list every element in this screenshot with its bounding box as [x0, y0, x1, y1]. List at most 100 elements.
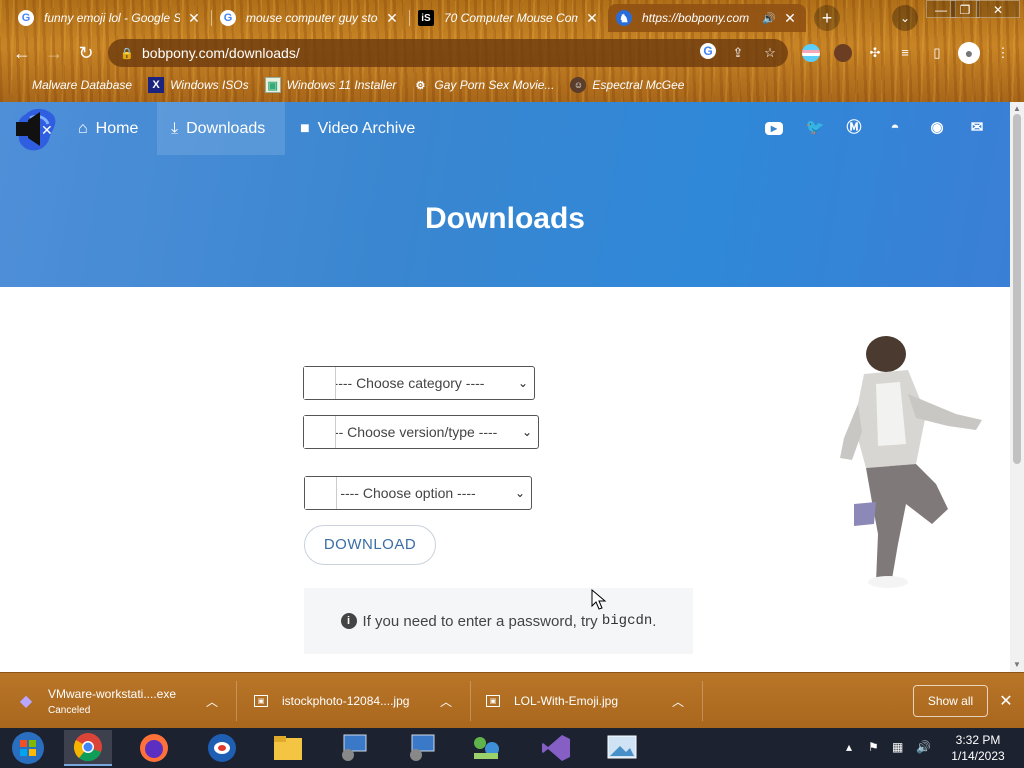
menu-dots-icon[interactable]: ⋮ — [994, 44, 1012, 62]
taskbar-photo-viewer[interactable] — [598, 730, 646, 766]
bookmark-windows-11-installer[interactable]: ▣ Windows 11 Installer — [264, 77, 396, 93]
taskbar-file-explorer[interactable] — [264, 730, 312, 766]
github-icon[interactable]: ◉ — [926, 118, 948, 138]
version-select[interactable]: ---- Choose version/type ---- ⌄ — [303, 415, 539, 449]
taskbar-visual-studio[interactable] — [532, 730, 580, 766]
restore-icon: ❐ — [959, 3, 971, 17]
close-icon[interactable]: ✕ — [186, 10, 202, 27]
download-item-istockphoto[interactable]: ▣ istockphoto-12084....jpg ︿ — [254, 681, 454, 721]
share-icon[interactable]: ⇪ — [728, 43, 748, 63]
nav-downloads-link[interactable]: ⤓ Downloads — [157, 102, 285, 155]
tray-expand-icon[interactable]: ▴ — [846, 740, 852, 754]
tab-istock[interactable]: iS 70 Computer Mouse Comp ✕ — [410, 4, 608, 32]
nav-home-link[interactable]: ⌂ Home — [64, 102, 152, 155]
windows-taskbar: ▴ ⚑ ▦ 🔊 3:32 PM 1/14/2023 — [0, 728, 1024, 768]
vmware-file-icon: ◆ — [19, 693, 33, 710]
chrome-icon — [73, 733, 102, 762]
profile-icon[interactable]: ● — [958, 42, 980, 64]
bookmark-malware-database[interactable]: Malware Database — [10, 77, 132, 93]
taskbar-app-2[interactable] — [398, 730, 446, 766]
scrollbar-thumb[interactable] — [1013, 114, 1021, 464]
video-camera-icon: ■ — [300, 119, 310, 137]
side-panel-icon[interactable]: ▯ — [928, 44, 946, 62]
taskbar-app-1[interactable] — [330, 730, 378, 766]
hero-banner: ✕ ⌂ Home ⤓ Downloads ■ Video Archive ▶ 🐦… — [0, 102, 1010, 287]
system-clock[interactable]: 3:32 PM 1/14/2023 — [948, 732, 1008, 764]
extension-flag-icon[interactable] — [802, 44, 820, 62]
volume-icon[interactable]: 🔊 — [916, 740, 931, 754]
address-bar[interactable]: 🔒 bobpony.com/downloads/ G ⇪ ☆ — [108, 39, 788, 67]
select-stub — [304, 416, 336, 448]
show-all-button[interactable]: Show all — [913, 685, 988, 717]
window-close-button[interactable]: ✕ — [976, 0, 1020, 18]
speaker-icon[interactable]: 🔊 — [762, 12, 776, 25]
reload-button[interactable]: ↻ — [74, 41, 98, 65]
close-shelf-icon[interactable]: ✕ — [998, 691, 1014, 711]
download-item-vmware[interactable]: ◆ VMware-workstati....exe Canceled ︿ — [18, 681, 218, 721]
select-stub — [305, 477, 337, 509]
discord-icon[interactable]: ◓ — [884, 118, 906, 138]
bookmark-windows-isos[interactable]: X Windows ISOs — [148, 77, 249, 93]
tab-google-mouse[interactable]: G mouse computer guy stoc ✕ — [212, 4, 408, 32]
url-text: bobpony.com/downloads/ — [142, 45, 300, 61]
visual-studio-icon — [542, 735, 570, 761]
download-item-lol-emoji[interactable]: ▣ LOL-With-Emoji.jpg ︿ — [486, 681, 686, 721]
chevron-up-icon[interactable]: ︿ — [672, 693, 684, 710]
bookmark-espectral-mcgee[interactable]: ☺ Espectral McGee — [570, 77, 684, 93]
reading-list-icon[interactable]: ≡ — [896, 44, 914, 62]
close-icon[interactable]: ✕ — [384, 10, 400, 27]
download-shelf: ◆ VMware-workstati....exe Canceled ︿ ▣ i… — [0, 672, 1024, 728]
mastodon-icon[interactable]: Ⓜ — [843, 118, 865, 138]
twitter-icon[interactable]: 🐦 — [804, 118, 826, 138]
back-button[interactable]: ← — [10, 41, 34, 65]
category-select[interactable]: ---- Choose category ---- ⌄ — [303, 366, 535, 400]
svg-text:✕: ✕ — [41, 123, 53, 139]
youtube-icon[interactable]: ▶ — [765, 122, 783, 135]
bobpony-logo-icon[interactable]: ✕ — [12, 106, 58, 154]
taskbar-chrome[interactable] — [64, 730, 112, 766]
tab-strip: G funny emoji lol - Google S ✕ G mouse c… — [0, 0, 1024, 34]
taskbar-network-app[interactable] — [462, 730, 510, 766]
image-icon: ▣ — [264, 77, 281, 93]
start-button[interactable] — [4, 730, 52, 766]
bookmark-movie[interactable]: ⚙ Gay Porn Sex Movie... — [412, 77, 554, 93]
x-logo-icon: X — [148, 77, 165, 93]
email-icon[interactable]: ✉ — [966, 118, 988, 138]
extensions-puzzle-icon[interactable]: ✣ — [866, 44, 884, 62]
taskbar-outlook[interactable] — [198, 730, 246, 766]
password-code: bigcdn — [601, 613, 653, 629]
download-button[interactable]: DOWNLOAD — [304, 525, 436, 565]
close-icon[interactable]: ✕ — [782, 10, 798, 27]
chevron-up-icon[interactable]: ︿ — [206, 693, 218, 710]
download-icon: ⤓ — [171, 119, 179, 137]
chevron-down-icon: ⌄ — [517, 376, 528, 390]
image-file-icon: ▣ — [254, 695, 268, 707]
tab-bobpony[interactable]: ♞ https://bobpony.com 🔊 ✕ — [608, 4, 806, 32]
mouse-cursor-icon — [591, 589, 607, 610]
scroll-up-icon[interactable]: ▲ — [1012, 104, 1022, 113]
page-viewport: ✕ ⌂ Home ⤓ Downloads ■ Video Archive ▶ 🐦… — [0, 102, 1024, 672]
option-select[interactable]: ---- Choose option ---- ⌄ — [304, 476, 532, 510]
extension-avatar-icon[interactable] — [834, 44, 852, 62]
taskbar-firefox[interactable] — [130, 730, 178, 766]
nav-video-archive-link[interactable]: ■ Video Archive — [286, 102, 429, 155]
shelf-separator — [236, 681, 237, 721]
google-icon: G — [18, 10, 34, 26]
chevron-down-icon: ⌄ — [514, 486, 525, 500]
scroll-down-icon[interactable]: ▼ — [1012, 660, 1022, 669]
tab-search-button[interactable]: ⌄ — [892, 5, 918, 31]
tab-google-emoji[interactable]: G funny emoji lol - Google S ✕ — [10, 4, 210, 32]
star-icon[interactable]: ☆ — [760, 43, 780, 63]
shelf-separator — [702, 681, 703, 721]
chevron-up-icon[interactable]: ︿ — [440, 693, 452, 710]
new-tab-button[interactable]: + — [814, 5, 840, 31]
page-scrollbar[interactable]: ▲ ▼ — [1010, 102, 1024, 672]
close-icon[interactable]: ✕ — [584, 10, 600, 27]
computer-app-icon — [342, 734, 367, 761]
google-lens-icon[interactable]: G — [700, 43, 716, 59]
network-icon[interactable]: ▦ — [892, 740, 903, 754]
google-icon: G — [220, 10, 236, 26]
forward-button[interactable]: → — [42, 41, 66, 65]
action-center-flag-icon[interactable]: ⚑ — [868, 740, 879, 754]
home-icon: ⌂ — [78, 119, 88, 137]
